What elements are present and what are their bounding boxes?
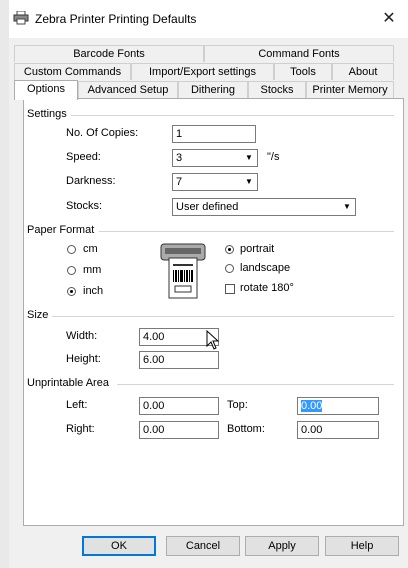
rotate-180-label: rotate 180° xyxy=(240,282,294,294)
top-margin-input[interactable]: 0.00 xyxy=(297,397,379,415)
chevron-down-icon: ▼ xyxy=(343,202,351,211)
unprintable-area-divider xyxy=(117,384,394,385)
orientation-landscape-label: landscape xyxy=(240,262,291,274)
darkness-label: Darkness: xyxy=(66,175,116,187)
unit-inch-label: inch xyxy=(83,285,104,297)
unit-cm-radio[interactable] xyxy=(67,245,76,254)
tab-stocks[interactable]: Stocks xyxy=(248,81,306,98)
window-title: Zebra Printer Printing Defaults xyxy=(35,12,197,26)
ok-button[interactable]: OK xyxy=(82,536,156,556)
stocks-select[interactable]: User defined ▼ xyxy=(172,198,356,216)
right-margin-label: Right: xyxy=(66,423,95,435)
unprintable-area-heading: Unprintable Area xyxy=(27,377,113,389)
tab-custom-commands[interactable]: Custom Commands xyxy=(14,63,131,80)
chevron-down-icon: ▼ xyxy=(245,153,253,162)
top-margin-label: Top: xyxy=(227,399,248,411)
chevron-down-icon: ▼ xyxy=(245,177,253,186)
label-printer-icon xyxy=(160,243,206,299)
tab-dithering[interactable]: Dithering xyxy=(178,81,248,98)
size-divider xyxy=(51,316,394,317)
orientation-portrait-radio[interactable] xyxy=(225,245,234,254)
copies-input[interactable]: 1 xyxy=(172,125,256,143)
copies-label: No. Of Copies: xyxy=(66,127,139,139)
tab-command-fonts[interactable]: Command Fonts xyxy=(204,45,394,62)
help-button[interactable]: Help xyxy=(325,536,399,556)
right-margin-input[interactable]: 0.00 xyxy=(139,421,219,439)
paper-format-heading: Paper Format xyxy=(27,224,99,236)
mouse-pointer-icon xyxy=(206,330,220,350)
stocks-label: Stocks: xyxy=(66,200,103,212)
left-margin-label: Left: xyxy=(66,399,88,411)
height-input[interactable]: 6.00 xyxy=(139,351,219,369)
unit-inch-radio[interactable] xyxy=(67,287,76,296)
settings-heading: Settings xyxy=(27,108,71,120)
tab-printer-memory[interactable]: Printer Memory xyxy=(306,81,394,98)
close-button[interactable]: ✕ xyxy=(377,8,401,30)
paper-format-divider xyxy=(99,231,394,232)
close-icon: ✕ xyxy=(382,10,396,27)
rotate-180-checkbox[interactable] xyxy=(225,284,235,294)
orientation-landscape-radio[interactable] xyxy=(225,264,234,273)
tab-tools[interactable]: Tools xyxy=(274,63,332,80)
tab-about[interactable]: About xyxy=(332,63,394,80)
tab-options[interactable]: Options xyxy=(14,80,78,100)
left-margin-input[interactable]: 0.00 xyxy=(139,397,219,415)
apply-button[interactable]: Apply xyxy=(245,536,319,556)
darkness-select[interactable]: 7 ▼ xyxy=(172,173,258,191)
title-bar: Zebra Printer Printing Defaults ✕ xyxy=(9,0,408,38)
speed-unit: "/s xyxy=(267,151,280,163)
unit-mm-label: mm xyxy=(83,264,102,276)
printing-defaults-dialog: Zebra Printer Printing Defaults ✕ Barcod… xyxy=(9,0,408,568)
width-label: Width: xyxy=(66,330,98,342)
size-heading: Size xyxy=(27,309,53,321)
unit-mm-radio[interactable] xyxy=(67,266,76,275)
tab-advanced-setup[interactable]: Advanced Setup xyxy=(78,81,178,98)
settings-divider xyxy=(69,115,394,116)
speed-label: Speed: xyxy=(66,151,101,163)
bottom-margin-label: Bottom: xyxy=(227,423,265,435)
speed-select[interactable]: 3 ▼ xyxy=(172,149,258,167)
unit-cm-label: cm xyxy=(83,243,98,255)
tab-import-export-settings[interactable]: Import/Export settings xyxy=(131,63,274,80)
orientation-portrait-label: portrait xyxy=(240,243,275,255)
tab-barcode-fonts[interactable]: Barcode Fonts xyxy=(14,45,204,62)
bottom-margin-input[interactable]: 0.00 xyxy=(297,421,379,439)
cancel-button[interactable]: Cancel xyxy=(166,536,240,556)
height-label: Height: xyxy=(66,353,101,365)
printer-icon xyxy=(13,11,29,25)
